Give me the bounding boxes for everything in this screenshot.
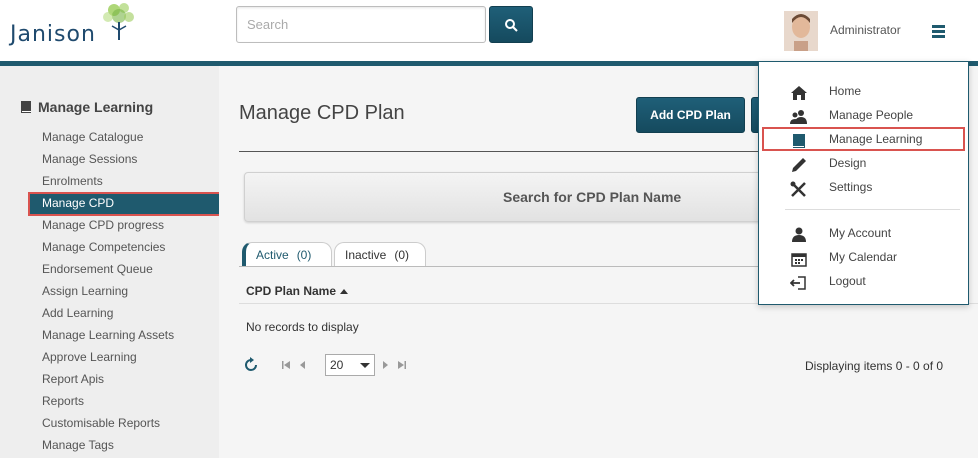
logout-icon (790, 276, 806, 290)
sidebar-item[interactable]: Manage CPD (42, 196, 114, 210)
search-icon (505, 18, 518, 32)
sidebar-item[interactable]: Manage CPD progress (42, 218, 164, 232)
tools-icon (790, 181, 806, 197)
menu-divider (785, 209, 960, 210)
header: Janison Administrator (0, 0, 978, 61)
tabs-divider (239, 266, 769, 267)
menu-item[interactable]: Manage Learning (829, 132, 922, 146)
tab-inactive-label: Inactive (345, 248, 387, 262)
user-icon (792, 227, 806, 242)
sidebar-item[interactable]: Manage Catalogue (42, 130, 143, 144)
book-icon (793, 134, 805, 148)
calendar-icon (791, 253, 807, 267)
sidebar-item[interactable]: Reports (42, 394, 84, 408)
pencil-icon (792, 158, 806, 172)
book-icon (21, 101, 31, 113)
page-size-value: 20 (330, 358, 344, 372)
menu-item[interactable]: Home (829, 84, 861, 98)
next-page-icon[interactable] (380, 360, 390, 370)
tab-active[interactable]: Active (0) (242, 242, 332, 267)
menu-item[interactable]: Manage People (829, 108, 913, 122)
page-title: Manage CPD Plan (239, 102, 405, 124)
add-cpd-plan-button[interactable]: Add CPD Plan (636, 97, 745, 133)
title-divider (239, 151, 769, 152)
menu-item[interactable]: Settings (829, 180, 872, 194)
home-icon (791, 86, 807, 100)
sidebar-item[interactable]: Assign Learning (42, 284, 128, 298)
user-photo-icon (784, 11, 818, 51)
user-name[interactable]: Administrator (830, 23, 901, 37)
sidebar-title-label: Manage Learning (38, 99, 154, 115)
sidebar-item[interactable]: Add Learning (42, 306, 113, 320)
people-icon (790, 110, 807, 124)
empty-message: No records to display (246, 320, 359, 334)
page-size-select[interactable]: 20 (325, 354, 375, 376)
tab-active-label: Active (256, 248, 289, 262)
sidebar-item[interactable]: Enrolments (42, 174, 103, 188)
menu-item[interactable]: Design (829, 156, 866, 170)
pager-info: Displaying items 0 - 0 of 0 (805, 359, 944, 373)
sidebar-item[interactable]: Manage Competencies (42, 240, 165, 254)
first-page-icon[interactable] (281, 360, 291, 370)
column-header-label: CPD Plan Name (246, 284, 337, 298)
janison-logo[interactable]: Janison (8, 2, 138, 58)
sidebar-item[interactable]: Report Apis (42, 372, 104, 386)
last-page-icon[interactable] (397, 360, 407, 370)
search-panel-label[interactable]: Search for CPD Plan Name (503, 189, 681, 205)
hamburger-menu-icon[interactable] (932, 25, 948, 41)
tab-inactive[interactable]: Inactive (0) (334, 242, 426, 267)
sidebar-item[interactable]: Manage Learning Assets (42, 328, 174, 342)
logo-text: Janison (10, 22, 96, 47)
refresh-icon[interactable] (243, 357, 259, 373)
menu-item[interactable]: My Account (829, 226, 891, 240)
sidebar-item[interactable]: Manage Tags (42, 438, 114, 452)
sidebar-item[interactable]: Approve Learning (42, 350, 137, 364)
sidebar-item[interactable]: Endorsement Queue (42, 262, 153, 276)
tab-active-count: (0) (296, 248, 312, 262)
search-button[interactable] (489, 6, 533, 43)
column-header-cpd-plan-name[interactable]: CPD Plan Name (246, 284, 349, 298)
search-input[interactable] (236, 6, 486, 43)
previous-page-icon[interactable] (298, 360, 308, 370)
menu-item[interactable]: Logout (829, 274, 866, 288)
sidebar-item[interactable]: Customisable Reports (42, 416, 160, 430)
avatar[interactable] (784, 11, 818, 51)
sort-ascending-icon (340, 289, 349, 294)
sidebar-item[interactable]: Manage Sessions (42, 152, 137, 166)
tab-inactive-count: (0) (394, 248, 410, 262)
sidebar-title: Manage Learning (20, 99, 153, 115)
tree-icon (103, 3, 134, 40)
chevron-down-icon (360, 363, 370, 368)
menu-item[interactable]: My Calendar (829, 250, 897, 264)
